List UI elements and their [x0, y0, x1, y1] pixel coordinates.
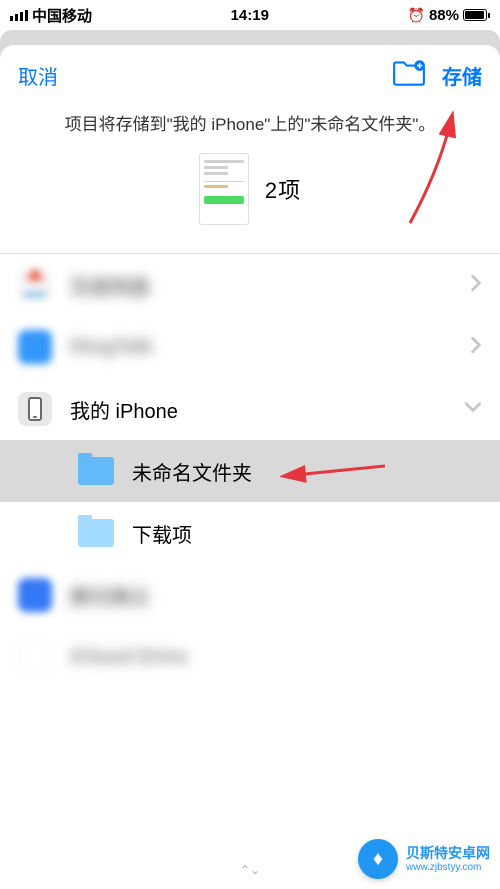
list-item-unnamed-folder[interactable]: 未命名文件夹	[0, 440, 500, 502]
item-label: 未命名文件夹	[132, 457, 482, 486]
list-item-my-iphone[interactable]: 我的 iPhone	[0, 378, 500, 440]
watermark-logo: ♦	[358, 839, 398, 879]
status-bar: 中国移动 14:19 ⏰ 88%	[0, 0, 500, 30]
item-label: 下载项	[132, 519, 482, 548]
save-button[interactable]: 存储	[442, 61, 482, 90]
battery-icon	[463, 9, 490, 21]
cloud-icon	[18, 640, 52, 674]
folder-icon	[78, 519, 114, 547]
watermark: ♦ 贝斯特安卓网 www.zjbstyy.com	[358, 839, 490, 879]
chevron-right-icon	[470, 336, 482, 359]
item-label: 百度网盘	[70, 271, 470, 300]
preview-area: 2项	[0, 149, 500, 253]
modal-header: 取消 存储	[0, 45, 500, 102]
list-item[interactable]: iCloud Drive	[0, 626, 500, 688]
status-right: ⏰ 88%	[408, 7, 490, 24]
app-icon	[18, 268, 52, 302]
carrier-label: 中国移动	[32, 5, 92, 26]
list-item[interactable]: DingTalk	[0, 316, 500, 378]
item-label: DingTalk	[70, 336, 470, 359]
watermark-title: 贝斯特安卓网	[406, 845, 490, 862]
folder-icon	[78, 457, 114, 485]
item-label: 腾讯微云	[70, 581, 482, 610]
status-time: 14:19	[231, 7, 269, 24]
chevron-down-icon	[464, 400, 482, 418]
list-item[interactable]: 腾讯微云	[0, 564, 500, 626]
locations-list: 百度网盘 DingTalk 我的 iPhone 未命名文件夹 下载项 腾讯微云 …	[0, 254, 500, 853]
app-icon	[18, 330, 52, 364]
item-label: 我的 iPhone	[70, 395, 464, 424]
app-icon	[18, 578, 52, 612]
items-count: 2项	[265, 173, 301, 205]
battery-label: 88%	[429, 7, 459, 24]
status-left: 中国移动	[10, 5, 92, 26]
alarm-icon: ⏰	[408, 7, 425, 24]
new-folder-icon[interactable]	[392, 59, 426, 92]
list-item[interactable]: 百度网盘	[0, 254, 500, 316]
list-item-downloads[interactable]: 下载项	[0, 502, 500, 564]
cancel-button[interactable]: 取消	[18, 61, 58, 90]
preview-thumbnail	[199, 153, 249, 225]
chevron-right-icon	[470, 274, 482, 297]
phone-icon	[18, 392, 52, 426]
save-description: 项目将存储到"我的 iPhone"上的"未命名文件夹"。	[0, 102, 500, 149]
watermark-url: www.zjbstyy.com	[406, 862, 490, 873]
save-modal: 取消 存储 项目将存储到"我的 iPhone"上的"未命名文件夹"。 2项	[0, 45, 500, 889]
signal-icon	[10, 10, 28, 21]
item-label: iCloud Drive	[70, 646, 482, 669]
